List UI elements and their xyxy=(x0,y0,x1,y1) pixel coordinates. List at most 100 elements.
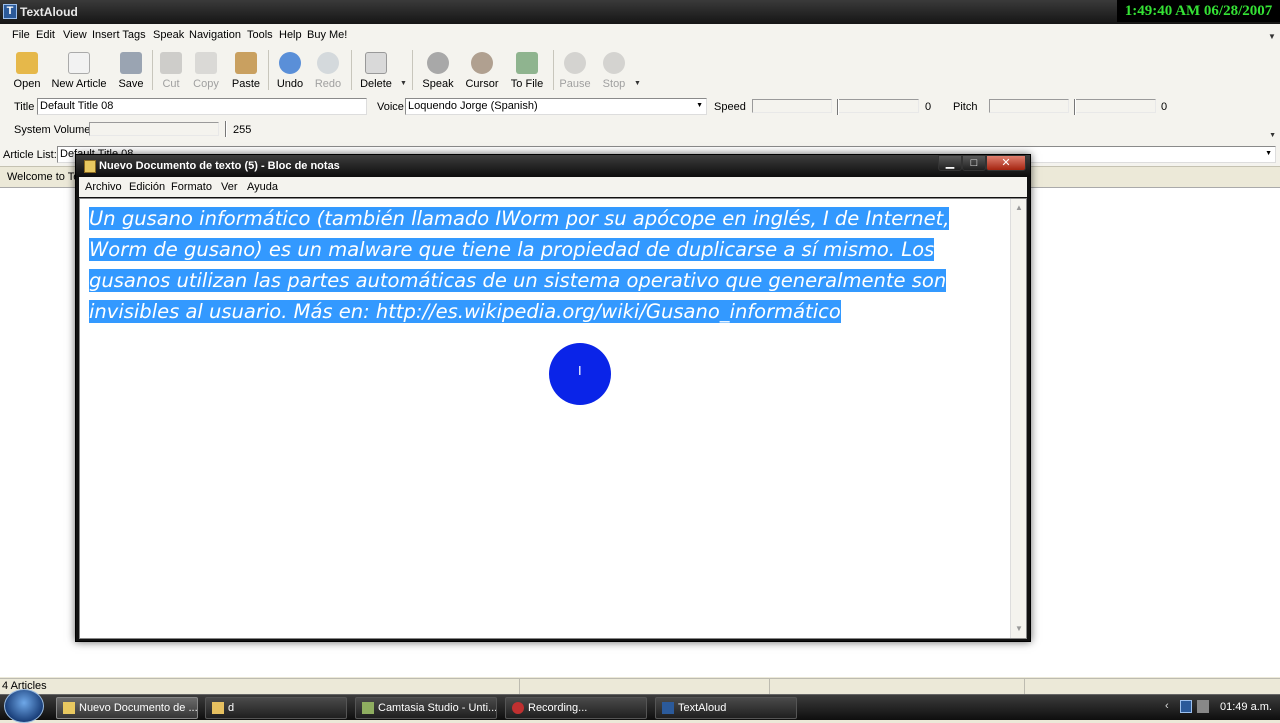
notepad-icon xyxy=(84,160,96,173)
menu-archivo[interactable]: Archivo xyxy=(85,181,122,193)
close-button[interactable]: ✕ xyxy=(986,155,1026,171)
system-volume-slider[interactable] xyxy=(89,122,219,136)
menu-edicion[interactable]: Edición xyxy=(129,181,165,193)
text-line: Un gusano informático (también llamado I… xyxy=(89,207,950,230)
text-line: Worm de gusano) es un malware que tiene … xyxy=(89,238,935,261)
menu-edit[interactable]: Edit xyxy=(36,29,55,41)
menu-help[interactable]: Help xyxy=(279,29,302,41)
menu-tools[interactable]: Tools xyxy=(247,29,273,41)
system-volume-thumb[interactable] xyxy=(225,121,227,137)
notepad-menubar: Archivo Edición Formato Ver Ayuda xyxy=(79,177,1027,197)
maximize-button[interactable]: □ xyxy=(962,155,986,171)
text-line: invisibles al usuario. Más en: http://es… xyxy=(89,300,841,323)
textaloud-app-icon: T xyxy=(3,4,17,19)
taskbar-item-label: TextAloud xyxy=(678,702,727,714)
tray-clock: 01:49 a.m. xyxy=(1220,701,1272,713)
save-button[interactable]: Save xyxy=(114,48,148,92)
notepad-text-area[interactable]: Un gusano informático (también llamado I… xyxy=(79,198,1027,639)
save-icon xyxy=(120,52,142,74)
speed-slider-track[interactable] xyxy=(752,99,832,113)
stop-label: Stop xyxy=(602,78,626,90)
redo-button[interactable]: Redo xyxy=(312,48,344,92)
undo-button[interactable]: Undo xyxy=(274,48,306,92)
copy-icon xyxy=(195,52,217,74)
pitch-slider-thumb[interactable] xyxy=(1074,99,1076,115)
title-label: Title xyxy=(14,101,35,113)
pitch-slider[interactable] xyxy=(1074,99,1156,113)
menu-file[interactable]: File xyxy=(12,29,30,41)
tray-icon[interactable] xyxy=(1197,700,1209,713)
open-button[interactable]: Open xyxy=(8,48,46,92)
notepad-titlebar[interactable]: Nuevo Documento de texto (5) - Bloc de n… xyxy=(76,155,1030,177)
app-titlebar: T TextAloud 1:49:40 AM 06/28/2007 xyxy=(0,0,1280,24)
speed-value: 0 xyxy=(925,101,932,113)
paste-button[interactable]: Paste xyxy=(229,48,263,92)
stop-button[interactable]: Stop xyxy=(598,48,630,92)
record-icon xyxy=(512,702,524,714)
delete-icon xyxy=(365,52,387,74)
text-line: gusanos utilizan las partes automáticas … xyxy=(89,269,947,292)
pitch-value: 0 xyxy=(1161,101,1168,113)
pause-button[interactable]: Pause xyxy=(557,48,593,92)
textaloud-tray-icon[interactable] xyxy=(1180,700,1192,713)
scroll-up-icon[interactable]: ▲ xyxy=(1015,203,1023,212)
delete-label: Delete xyxy=(360,78,392,90)
stop-dropdown-icon[interactable]: ▼ xyxy=(634,80,641,87)
taskbar-item-notepad[interactable]: Nuevo Documento de ... xyxy=(56,697,198,719)
redo-icon xyxy=(317,52,339,74)
notepad-icon xyxy=(63,702,75,714)
to-file-button[interactable]: To File xyxy=(508,48,546,92)
chevron-down-icon: ▼ xyxy=(1265,150,1272,157)
status-cell xyxy=(1024,679,1280,694)
new-article-label: New Article xyxy=(51,78,107,90)
new-document-icon xyxy=(68,52,90,74)
chevron-down-icon[interactable]: ▼ xyxy=(1268,32,1276,41)
cursor-speak-icon xyxy=(471,52,493,74)
taskbar-item-textaloud[interactable]: TextAloud xyxy=(655,697,797,719)
stop-icon xyxy=(603,52,625,74)
taskbar-item-recording[interactable]: Recording... xyxy=(505,697,647,719)
cursor-label: Cursor xyxy=(465,78,499,90)
undo-label: Undo xyxy=(276,78,304,90)
speed-slider[interactable] xyxy=(837,99,919,113)
folder-icon xyxy=(212,702,224,714)
menu-formato[interactable]: Formato xyxy=(171,181,212,193)
menu-buy-me[interactable]: Buy Me! xyxy=(307,29,347,41)
vertical-scrollbar[interactable]: ▲ ▼ xyxy=(1010,199,1026,638)
article-list-label: Article List: xyxy=(3,149,57,161)
notepad-window: Nuevo Documento de texto (5) - Bloc de n… xyxy=(75,154,1031,642)
speed-label: Speed xyxy=(714,101,746,113)
cursor-button[interactable]: Cursor xyxy=(463,48,501,92)
to-file-label: To File xyxy=(510,78,544,90)
menu-ayuda[interactable]: Ayuda xyxy=(247,181,278,193)
pitch-slider-track[interactable] xyxy=(989,99,1069,113)
menu-view[interactable]: View xyxy=(63,29,87,41)
scroll-down-icon[interactable]: ▼ xyxy=(1015,624,1023,633)
taskbar-item-folder[interactable]: d xyxy=(205,697,347,719)
menu-ver[interactable]: Ver xyxy=(221,181,238,193)
notepad-text[interactable]: Un gusano informático (también llamado I… xyxy=(89,203,1011,327)
ibeam-cursor-icon: I xyxy=(578,363,582,378)
menu-navigation[interactable]: Navigation xyxy=(189,29,241,41)
copy-label: Copy xyxy=(193,78,219,90)
delete-dropdown-icon[interactable]: ▼ xyxy=(400,80,407,87)
new-article-button[interactable]: New Article xyxy=(50,48,108,92)
menu-insert-tags[interactable]: Insert Tags xyxy=(92,29,146,41)
speak-button[interactable]: Speak xyxy=(420,48,456,92)
start-button[interactable] xyxy=(4,689,44,723)
tray-expand-icon[interactable]: ‹ xyxy=(1165,700,1169,712)
speed-slider-thumb[interactable] xyxy=(837,99,839,115)
voice-select[interactable]: Loquendo Jorge (Spanish) ▼ xyxy=(405,98,707,115)
minimize-button[interactable]: ▁ xyxy=(938,155,962,171)
tab-welcome[interactable]: Welcome to Te xyxy=(7,171,79,183)
cut-button[interactable]: Cut xyxy=(156,48,186,92)
delete-button[interactable]: Delete xyxy=(357,48,395,92)
to-file-icon xyxy=(516,52,538,74)
toolbar-separator xyxy=(268,50,269,90)
chevron-down-icon[interactable]: ▼ xyxy=(1269,132,1276,139)
copy-button[interactable]: Copy xyxy=(190,48,222,92)
title-input[interactable]: Default Title 08 xyxy=(37,98,367,115)
taskbar-item-camtasia[interactable]: Camtasia Studio - Unti... xyxy=(355,697,497,719)
save-label: Save xyxy=(118,78,144,90)
menu-speak[interactable]: Speak xyxy=(153,29,184,41)
